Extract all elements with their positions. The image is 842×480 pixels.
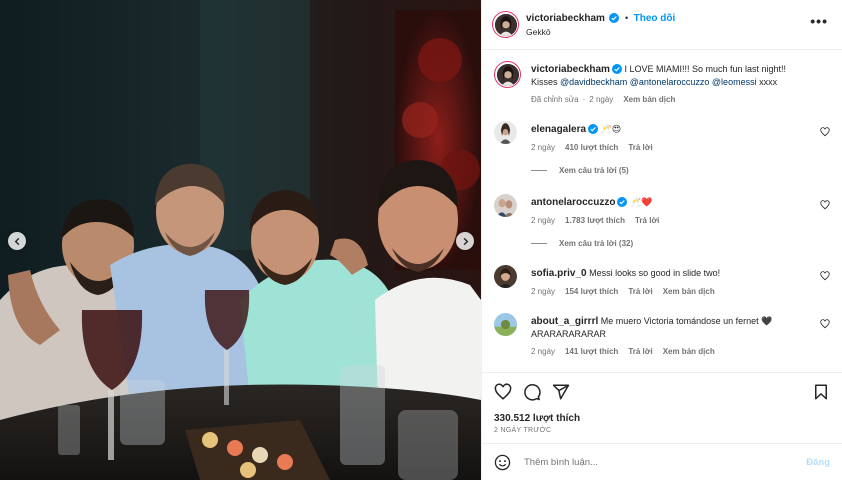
reply-button[interactable]: Trả lời — [628, 287, 652, 296]
add-comment-bar: Thêm bình luận... Đăng — [482, 443, 842, 480]
comment-meta: 2 ngày 141 lượt thích Trả lời Xem bản dịch — [531, 347, 725, 356]
post-header: victoriabeckham • Theo dõi Gekkō ••• — [482, 0, 842, 50]
share-icon[interactable] — [552, 383, 570, 401]
commenter-avatar[interactable] — [494, 194, 517, 217]
comment-like-heart-icon[interactable] — [820, 200, 830, 210]
heart-icon[interactable] — [494, 383, 512, 401]
comment-meta: 2 ngày 1.783 lượt thích Trả lời — [531, 216, 669, 225]
post-comment-button[interactable]: Đăng — [806, 457, 830, 468]
translate-link[interactable]: Xem bản dịch — [663, 347, 715, 356]
comment-text: sofia.priv_0 Messi looks so good in slid… — [531, 267, 803, 280]
view-replies-button[interactable]: Xem câu trả lời (32) — [531, 239, 633, 248]
comments-section: victoriabeckham I LOVE MIAMI!!! So much … — [482, 51, 842, 371]
reply-button[interactable]: Trả lời — [628, 347, 652, 356]
mention-davidbeckham[interactable]: @davidbeckham — [560, 77, 627, 87]
comment-likes[interactable]: 141 lượt thích — [565, 347, 618, 356]
comment-time[interactable]: 2 ngày — [531, 347, 555, 356]
commenter-avatar[interactable] — [494, 313, 517, 336]
comment-meta: 2 ngày 154 lượt thích Trả lời Xem bản dịch — [531, 287, 725, 296]
comment-input[interactable]: Thêm bình luận... — [524, 457, 598, 468]
comment-body: 🥂❤️ — [629, 197, 653, 207]
instagram-post-dialog: victoriabeckham • Theo dõi Gekkō ••• vic… — [0, 0, 842, 480]
comment-time[interactable]: 2 ngày — [531, 216, 555, 225]
verified-badge-icon — [611, 64, 622, 74]
translate-link[interactable]: Xem bản dịch — [663, 287, 715, 296]
post-location[interactable]: Gekkō — [526, 27, 551, 37]
comment-like-heart-icon[interactable] — [820, 271, 830, 281]
chevron-right-icon — [463, 237, 468, 245]
verified-badge-icon — [609, 13, 620, 23]
comment-item: elenagalera 🥂😍 2 ngày 410 lượt thích Trả l… — [494, 121, 834, 191]
comment-body: Messi looks so good in slide two! — [589, 268, 721, 278]
author-username[interactable]: victoriabeckham — [526, 13, 605, 24]
post-actions: 330.512 lượt thích 2 NGÀY TRƯỚC — [482, 372, 842, 442]
verified-badge-icon — [617, 197, 628, 207]
comment-icon[interactable] — [523, 383, 541, 401]
comment-item: about_a_girrrl Me muero Victoria tomándo… — [494, 313, 834, 363]
likes-count[interactable]: 330.512 lượt thích — [494, 413, 580, 424]
header-separator: • — [624, 13, 629, 23]
carousel-next-button[interactable] — [456, 232, 474, 250]
bookmark-icon[interactable] — [812, 383, 830, 401]
commenter-avatar[interactable] — [494, 121, 517, 144]
view-replies-label: Xem câu trả lời (5) — [559, 166, 629, 175]
edited-label: Đã chỉnh sửa — [531, 95, 579, 104]
comment-meta: 2 ngày 410 lượt thích Trả lời — [531, 143, 663, 152]
caption-tail: xxxx — [759, 77, 778, 87]
post-photo[interactable] — [0, 0, 481, 480]
more-options-icon[interactable]: ••• — [810, 14, 828, 28]
commenter-avatar[interactable] — [494, 265, 517, 288]
comment-username[interactable]: antonelaroccuzzo — [531, 197, 615, 208]
comment-body: 🥂😍 — [600, 124, 622, 134]
caption-text: victoriabeckham I LOVE MIAMI!!! So much … — [531, 63, 811, 88]
caption-username[interactable]: victoriabeckham — [531, 64, 610, 75]
comment-username[interactable]: sofia.priv_0 — [531, 268, 587, 279]
comment-likes[interactable]: 410 lượt thích — [565, 143, 618, 152]
view-replies-label: Xem câu trả lời (32) — [559, 239, 634, 248]
chevron-left-icon — [14, 237, 19, 245]
mention-leomessi[interactable]: @leomessi — [712, 77, 757, 87]
emoji-icon[interactable] — [494, 454, 511, 471]
comment-text: elenagalera 🥂😍 — [531, 123, 803, 136]
comment-text: antonelaroccuzzo 🥂❤️ — [531, 196, 803, 209]
caption-avatar[interactable] — [494, 61, 521, 88]
replies-divider — [531, 243, 547, 244]
comment-time[interactable]: 2 ngày — [531, 143, 555, 152]
mention-antonelaroccuzzo[interactable]: @antonelaroccuzzo — [630, 77, 710, 87]
caption-time[interactable]: 2 ngày — [589, 95, 613, 104]
caption-translate-link[interactable]: Xem bản dịch — [623, 95, 675, 104]
comment-username[interactable]: about_a_girrrl — [531, 316, 598, 327]
view-replies-button[interactable]: Xem câu trả lời (5) — [531, 166, 629, 175]
reply-button[interactable]: Trả lời — [635, 216, 659, 225]
comment-like-heart-icon[interactable] — [820, 319, 830, 329]
comment-text: about_a_girrrl Me muero Victoria tomándo… — [531, 315, 803, 340]
reply-button[interactable]: Trả lời — [628, 143, 652, 152]
comment-like-heart-icon[interactable] — [820, 127, 830, 137]
comment-likes[interactable]: 154 lượt thích — [565, 287, 618, 296]
caption: victoriabeckham I LOVE MIAMI!!! So much … — [494, 61, 834, 121]
post-details-panel: victoriabeckham • Theo dõi Gekkō ••• vic… — [481, 0, 842, 480]
comment-likes[interactable]: 1.783 lượt thích — [565, 216, 625, 225]
comment-item: sofia.priv_0 Messi looks so good in slid… — [494, 265, 834, 305]
replies-divider — [531, 170, 547, 171]
caption-meta: Đã chỉnh sửa · 2 ngày Xem bản dịch — [531, 95, 676, 104]
comment-username[interactable]: elenagalera — [531, 124, 586, 135]
author-avatar[interactable] — [492, 11, 519, 38]
carousel-prev-button[interactable] — [8, 232, 26, 250]
comment-item: antonelaroccuzzo 🥂❤️ 2 ngày 1.783 lượt th… — [494, 194, 834, 264]
group-photo-image — [0, 0, 481, 480]
post-date[interactable]: 2 NGÀY TRƯỚC — [494, 427, 551, 434]
verified-badge-icon — [588, 124, 599, 134]
follow-button[interactable]: Theo dõi — [634, 13, 676, 24]
comment-time[interactable]: 2 ngày — [531, 287, 555, 296]
